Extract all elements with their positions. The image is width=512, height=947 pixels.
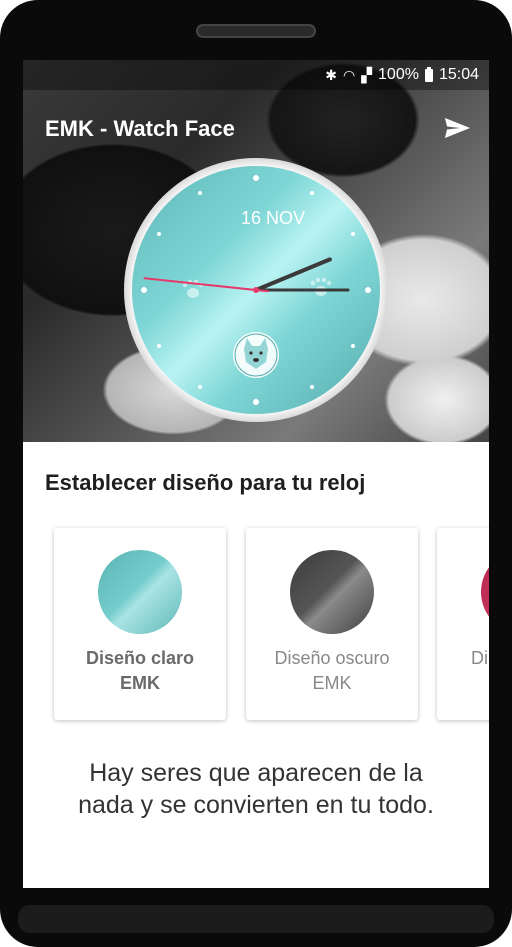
clock-tick xyxy=(310,385,314,389)
hero-header: ✱ ◠ ▞ 100% 15:04 EMK - Watch Face 16 NOV xyxy=(23,60,489,442)
design-label-pink-line1: Di xyxy=(471,648,488,668)
battery-icon xyxy=(424,66,433,82)
clock-tick xyxy=(198,191,202,195)
design-carousel[interactable]: Diseño claro EMK Diseño oscuro EMK Di xyxy=(23,528,489,728)
clock-face: 16 NOV xyxy=(124,158,388,422)
clock-center-pin xyxy=(253,287,259,293)
watch-face-preview: 16 NOV xyxy=(123,157,389,423)
design-swatch-dark xyxy=(290,550,374,634)
quote-line1: Hay seres que aparecen de la xyxy=(89,759,423,787)
design-label-light-line2: EMK xyxy=(120,673,160,693)
app-title: EMK - Watch Face xyxy=(45,116,235,141)
clock-tick xyxy=(157,344,161,348)
design-card-light[interactable]: Diseño claro EMK xyxy=(54,528,226,720)
wifi-icon: ◠ xyxy=(343,66,356,83)
battery-percent: 100% xyxy=(378,66,419,83)
design-label-pink: Di xyxy=(437,646,489,671)
app-screen: ✱ ◠ ▞ 100% 15:04 EMK - Watch Face 16 NOV… xyxy=(23,60,489,888)
design-card-pink[interactable]: Di xyxy=(437,528,489,720)
clock-tick xyxy=(198,385,202,389)
design-swatch-pink xyxy=(481,550,489,634)
design-swatch-light xyxy=(98,550,182,634)
clock-tick xyxy=(253,175,259,181)
earpiece-speaker xyxy=(196,24,316,38)
design-label-light-line1: Diseño claro xyxy=(85,648,195,668)
clock-tick xyxy=(351,344,355,348)
clock-tick xyxy=(351,232,355,236)
design-label-light: Diseño claro EMK xyxy=(54,646,226,696)
clock-tick xyxy=(141,287,147,293)
status-time: 15:04 xyxy=(438,66,479,83)
clock-tick xyxy=(253,399,259,405)
phone-bottom-bezel xyxy=(18,905,494,933)
clock-tick xyxy=(310,191,314,195)
phone-frame: ✱ ◠ ▞ 100% 15:04 EMK - Watch Face 16 NOV… xyxy=(0,0,512,947)
clock-tick xyxy=(365,287,371,293)
bluetooth-icon: ✱ xyxy=(325,66,338,83)
quote-text: Hay seres que aparecen de la nada y se c… xyxy=(43,757,469,821)
signal-icon: ▞ xyxy=(361,66,373,83)
clock-date: 16 NOV xyxy=(241,208,305,228)
dog-logo-icon xyxy=(233,332,279,378)
design-label-dark-line1: Diseño oscuro xyxy=(274,648,390,668)
section-title: Establecer diseño para tu reloj xyxy=(45,470,366,495)
clock-tick xyxy=(157,232,161,236)
design-label-dark: Diseño oscuro EMK xyxy=(246,646,418,696)
design-label-dark-line2: EMK xyxy=(312,673,352,693)
quote-line2: nada y se convierten en tu todo. xyxy=(78,791,434,819)
design-card-dark[interactable]: Diseño oscuro EMK xyxy=(246,528,418,720)
send-icon[interactable] xyxy=(443,116,471,140)
status-bar: ✱ ◠ ▞ 100% 15:04 xyxy=(23,60,489,90)
